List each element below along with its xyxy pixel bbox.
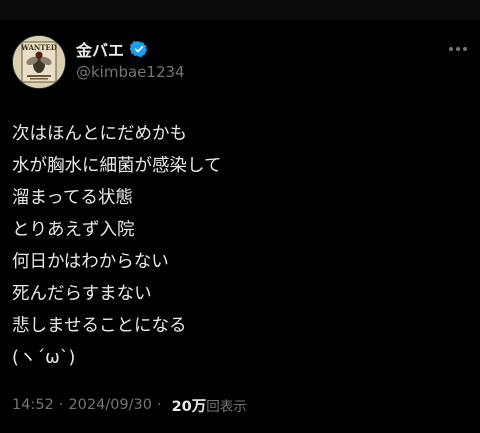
avatar-logo-text: WANTED [20, 43, 57, 52]
author-name-row[interactable]: 金バエ [76, 37, 148, 61]
tweet-line: 悲しませることになる [12, 316, 187, 336]
verified-badge-icon [130, 41, 148, 58]
views-count[interactable]: 20万 [172, 395, 207, 416]
tweet-line: 次はほんとにだめかも [12, 124, 187, 144]
tweet-line: 死んだらすまない [12, 284, 152, 304]
tweet-time[interactable]: 14:52 [12, 397, 54, 413]
tweet-line: (ヽ´ω`) [12, 348, 76, 368]
tweet-line: 何日かはわからない [12, 252, 169, 272]
wanted-poster-image: WANTED [13, 36, 65, 88]
top-bar [0, 0, 480, 20]
tweet-line: とりあえず入院 [12, 220, 135, 240]
meta-separator: · [58, 397, 64, 413]
avatar[interactable]: WANTED [12, 35, 66, 89]
author-display-name[interactable]: 金バエ [76, 37, 124, 61]
tweet-text: 次はほんとにだめかも 水が胸水に細菌が感染して 溜まってる状態 とりあえず入院 … [12, 118, 468, 374]
meta-separator: · [156, 397, 162, 413]
tweet-line: 水が胸水に細菌が感染して [12, 156, 222, 176]
more-options-icon[interactable] [446, 42, 470, 56]
views-label: 回表示 [206, 399, 247, 415]
tweet-line: 溜まってる状態 [12, 188, 133, 208]
tweet-meta: 14:52 · 2024/09/30 · 20万 回表示 [12, 394, 247, 416]
author-handle[interactable]: @kimbae1234 [76, 63, 185, 81]
tweet-date[interactable]: 2024/09/30 [68, 397, 152, 413]
